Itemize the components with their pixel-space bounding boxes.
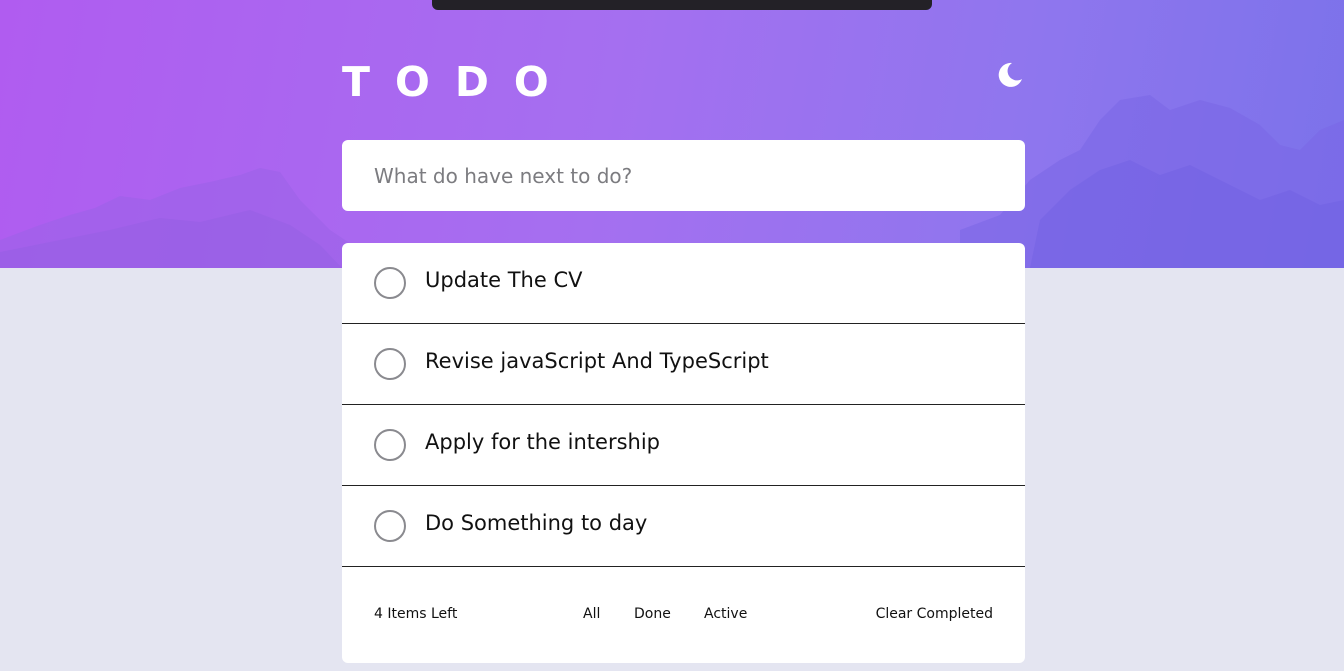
mountain-background bbox=[0, 95, 1344, 268]
todo-item: Revise javaScript And TypeScript bbox=[342, 324, 1025, 405]
todo-checkbox[interactable] bbox=[374, 348, 406, 380]
todo-item: Update The CV bbox=[342, 243, 1025, 324]
todo-list: Update The CV Revise javaScript And Type… bbox=[342, 243, 1025, 663]
todo-checkbox[interactable] bbox=[374, 510, 406, 542]
todo-text: Revise javaScript And TypeScript bbox=[425, 349, 769, 373]
top-bar bbox=[432, 0, 932, 10]
todo-footer: 4 Items Left All Done Active Clear Compl… bbox=[342, 567, 1025, 663]
todo-text: Update The CV bbox=[425, 268, 583, 292]
todo-checkbox[interactable] bbox=[374, 429, 406, 461]
filter-done-button[interactable]: Done bbox=[634, 604, 671, 624]
new-todo-input[interactable] bbox=[374, 140, 994, 211]
filter-all-button[interactable]: All bbox=[583, 604, 600, 624]
new-todo-card bbox=[342, 140, 1025, 211]
moon-icon bbox=[998, 62, 1022, 87]
filter-active-button[interactable]: Active bbox=[704, 604, 747, 624]
clear-completed-button[interactable]: Clear Completed bbox=[876, 604, 993, 624]
hero-banner bbox=[0, 0, 1344, 268]
todo-item: Apply for the intership bbox=[342, 405, 1025, 486]
items-left-count: 4 Items Left bbox=[374, 606, 458, 622]
todo-checkbox[interactable] bbox=[374, 267, 406, 299]
app-title: TODO bbox=[342, 58, 574, 106]
theme-toggle-button[interactable] bbox=[995, 60, 1025, 90]
todo-item: Do Something to day bbox=[342, 486, 1025, 567]
todo-text: Apply for the intership bbox=[425, 430, 660, 454]
todo-text: Do Something to day bbox=[425, 511, 648, 535]
